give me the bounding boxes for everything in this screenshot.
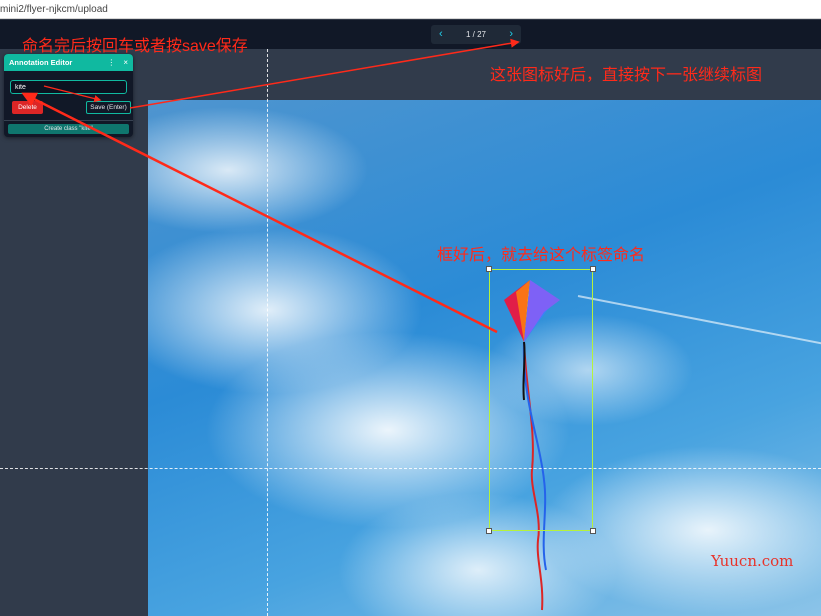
- bbox-handle-top-left[interactable]: [486, 266, 492, 272]
- chevron-left-icon[interactable]: ‹: [439, 25, 443, 44]
- save-button[interactable]: Save (Enter): [86, 101, 131, 114]
- kite-bounding-box[interactable]: [489, 269, 593, 531]
- kite-illustration: [504, 280, 560, 611]
- crosshair-horizontal: [0, 468, 821, 469]
- bbox-handle-bottom-right[interactable]: [590, 528, 596, 534]
- sky-photo[interactable]: [148, 100, 821, 616]
- delete-button[interactable]: Delete: [12, 101, 43, 114]
- annotation-save-hint: 命名完后按回车或者按save保存: [22, 38, 248, 55]
- create-class-button[interactable]: Create class "kite": [8, 124, 129, 134]
- editor-title: Annotation Editor: [9, 58, 73, 67]
- chevron-right-icon[interactable]: ›: [509, 25, 513, 44]
- page-counter: 1 / 27: [465, 30, 486, 39]
- bbox-handle-bottom-left[interactable]: [486, 528, 492, 534]
- address-bar[interactable]: mini2/flyer-njkcm/upload: [0, 0, 821, 19]
- editor-header[interactable]: Annotation Editor ⋮ ×: [4, 54, 133, 71]
- annotation-label-hint: 框好后，就去给这个标签命名: [437, 247, 646, 264]
- annotation-editor-panel: Annotation Editor ⋮ × Delete Save (Enter…: [4, 54, 133, 137]
- more-menu-icon[interactable]: ⋮: [107, 58, 115, 67]
- label-name-input[interactable]: [10, 80, 127, 94]
- bbox-handle-top-right[interactable]: [590, 266, 596, 272]
- crosshair-vertical: [267, 49, 268, 616]
- divider: [4, 120, 133, 121]
- annotation-next-hint: 这张图标好后，直接按下一张继续标图: [490, 67, 763, 84]
- watermark: Yuucn.com: [711, 552, 794, 570]
- image-pager: ‹ 1 / 27 ›: [431, 25, 521, 44]
- close-icon[interactable]: ×: [123, 58, 128, 67]
